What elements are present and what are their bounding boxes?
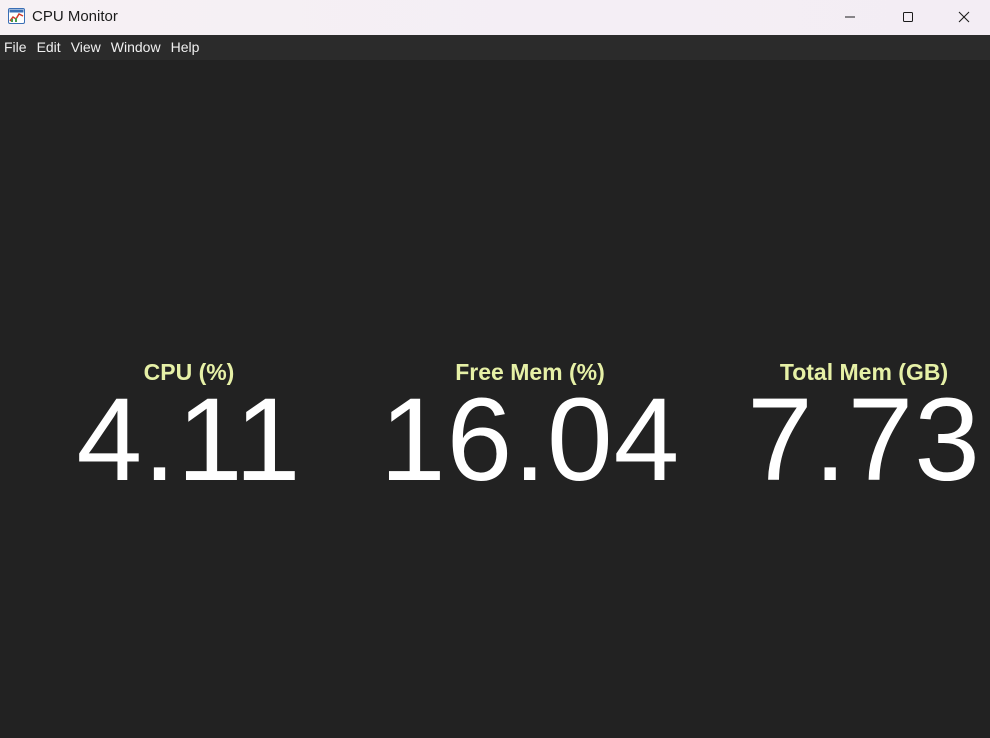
title-bar[interactable]: CPU Monitor (0, 0, 990, 35)
cpu-metric: CPU (%) 4.11 (64, 359, 314, 506)
menu-view[interactable]: View (66, 35, 106, 60)
free-mem-value: 16.04 (380, 374, 681, 506)
free-mem-metric: Free Mem (%) 16.04 (380, 359, 681, 506)
close-icon (958, 11, 970, 23)
close-button[interactable] (937, 0, 990, 34)
maximize-icon (902, 11, 914, 23)
total-mem-value: 7.73 (747, 374, 981, 506)
menu-edit[interactable]: Edit (32, 35, 66, 60)
menu-file[interactable]: File (0, 35, 32, 60)
menu-help[interactable]: Help (166, 35, 205, 60)
maximize-button[interactable] (879, 0, 937, 34)
window-title: CPU Monitor (32, 8, 118, 25)
minimize-button[interactable] (821, 0, 879, 34)
menu-bar: File Edit View Window Help (0, 35, 990, 60)
total-mem-metric: Total Mem (GB) 7.73 (744, 359, 984, 506)
cpu-value: 4.11 (76, 374, 302, 506)
minimize-icon (844, 11, 856, 23)
menu-window[interactable]: Window (106, 35, 166, 60)
app-chart-icon (8, 8, 25, 24)
